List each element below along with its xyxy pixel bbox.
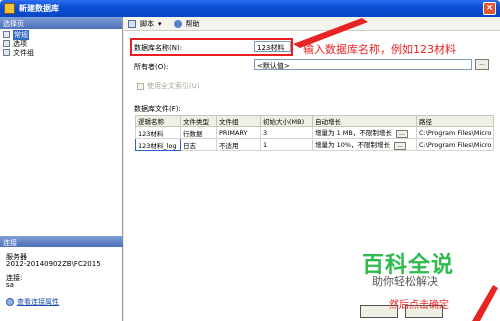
help-icon [173, 19, 182, 28]
logical-name-cell[interactable]: 123材料 [135, 126, 181, 139]
connection-header: 连接 [0, 236, 123, 247]
title-bar: 新建数据库 × [0, 0, 500, 17]
toolbar: 脚本 ▾ 帮助 [124, 17, 500, 31]
script-dropdown-icon[interactable]: ▾ [158, 20, 162, 28]
properties-icon [6, 298, 14, 306]
filegroup-cell: 不适用 [216, 138, 261, 151]
file-type-cell: 行数据 [180, 126, 217, 139]
col-path[interactable]: 路径 [415, 115, 495, 127]
annotation-text: 输入数据库名称，例如123材料 [303, 43, 456, 56]
view-connection-properties-link[interactable]: 查看连接属性 [6, 297, 59, 307]
script-button[interactable]: 脚本 [140, 19, 154, 29]
page-nav: 常规 选项 文件组 [0, 29, 122, 58]
size-cell[interactable]: 1 [260, 138, 313, 151]
owner-row: 所有者(O): [134, 62, 168, 72]
page-icon [3, 49, 10, 56]
window-title: 新建数据库 [19, 4, 59, 13]
files-label: 数据库文件(F): [134, 105, 181, 113]
files-section: 数据库文件(F): [134, 104, 181, 114]
size-cell[interactable]: 3 [260, 126, 313, 139]
table-header-row: 逻辑名称 文件类型 文件组 初始大小(MB) 自动增长 路径 [135, 115, 495, 127]
col-logical-name[interactable]: 逻辑名称 [135, 115, 181, 127]
select-page-header: 选择页 [0, 17, 122, 29]
highlight-box [130, 38, 293, 56]
path-cell[interactable]: C:\Program Files\Micro [415, 126, 495, 139]
server-value: 2012-20140902ZB\FC2015 [6, 260, 101, 268]
file-type-cell: 日志 [180, 138, 217, 151]
autogrowth-cell: 增量为 1 MB，不限制增长 ... [312, 126, 417, 139]
script-icon [128, 19, 136, 28]
connection-value: sa [6, 281, 14, 289]
autogrowth-text: 增量为 1 MB，不限制增长 [315, 129, 392, 137]
logical-name-cell[interactable]: 123材料_log [135, 138, 181, 151]
fulltext-row: 使用全文索引(U) [137, 81, 200, 91]
watermark-cta: 然后点击确定 [389, 300, 449, 311]
nav-item-filegroups[interactable]: 文件组 [3, 48, 119, 57]
autogrowth-button[interactable]: ... [394, 142, 407, 150]
link-label: 查看连接属性 [17, 298, 59, 306]
owner-input[interactable]: <默认值> [254, 59, 472, 70]
fulltext-checkbox[interactable] [137, 82, 144, 90]
fulltext-label: 使用全文索引(U) [147, 82, 200, 90]
filegroup-cell[interactable]: PRIMARY [216, 126, 261, 139]
database-files-table: 逻辑名称 文件类型 文件组 初始大小(MB) 自动增长 路径 123材料 行数据… [135, 115, 495, 151]
table-row[interactable]: 123材料 行数据 PRIMARY 3 增量为 1 MB，不限制增长 ... C… [135, 126, 495, 139]
database-icon [4, 3, 15, 14]
nav-item-label: 文件组 [13, 48, 34, 57]
close-button[interactable]: × [483, 2, 496, 15]
col-file-type[interactable]: 文件类型 [180, 115, 217, 127]
help-button[interactable]: 帮助 [186, 19, 200, 29]
page-icon [3, 31, 10, 38]
path-cell[interactable]: C:\Program Files\Micro [415, 138, 495, 151]
col-filegroup[interactable]: 文件组 [216, 115, 261, 127]
col-autogrowth[interactable]: 自动增长 [312, 115, 417, 127]
autogrowth-cell: 增量为 10%，不限制增长 ... [312, 138, 417, 151]
col-initial-size[interactable]: 初始大小(MB) [260, 115, 313, 127]
owner-label: 所有者(O): [134, 63, 169, 71]
autogrowth-text: 增量为 10%，不限制增长 [315, 141, 391, 149]
owner-browse-button[interactable]: ... [475, 59, 489, 70]
left-pane: 选择页 常规 选项 文件组 连接 服务器 2012-20140902ZB\FC2… [0, 17, 123, 321]
page-icon [3, 40, 10, 47]
table-row[interactable]: 123材料_log 日志 不适用 1 增量为 10%，不限制增长 ... C:\… [135, 138, 495, 151]
watermark-subtitle: 助你轻松解决 [372, 275, 438, 288]
autogrowth-button[interactable]: ... [395, 130, 408, 138]
